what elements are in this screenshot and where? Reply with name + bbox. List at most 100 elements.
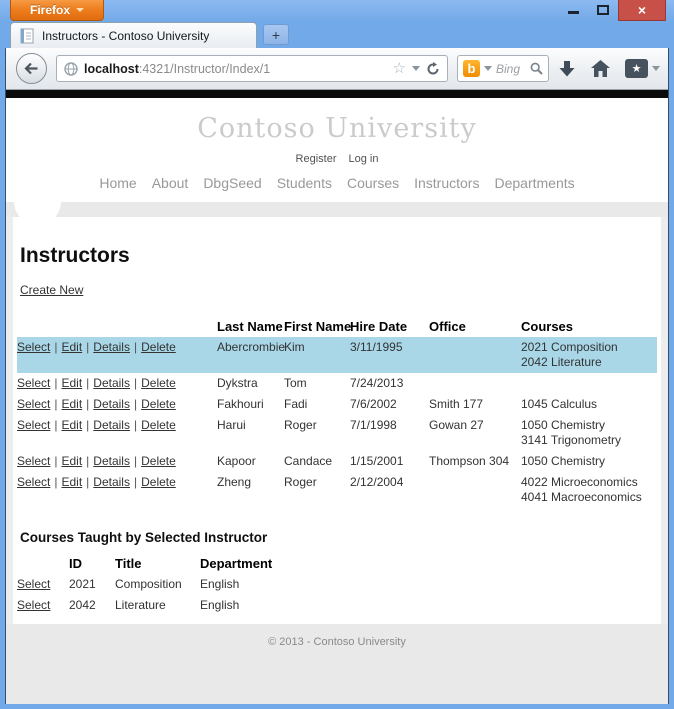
url-input[interactable]: localhost:4321/Instructor/Index/1 xyxy=(84,62,387,76)
nav-home[interactable]: Home xyxy=(99,175,136,191)
edit-link[interactable]: Edit xyxy=(61,397,82,411)
delete-link[interactable]: Delete xyxy=(141,454,176,468)
cell-first-name: Tom xyxy=(284,376,307,390)
col-first-name: First Name xyxy=(284,319,352,334)
edit-link[interactable]: Edit xyxy=(61,340,82,354)
history-dropdown-icon[interactable] xyxy=(412,66,420,71)
page-top-bar xyxy=(6,90,668,98)
edit-link[interactable]: Edit xyxy=(61,376,82,390)
magnifier-icon[interactable] xyxy=(530,62,543,75)
cell-hire-date: 1/15/2001 xyxy=(350,454,404,468)
link-separator: | xyxy=(133,340,138,354)
window-controls: × xyxy=(558,0,666,21)
maximize-icon xyxy=(597,4,609,15)
instructor-row: Select | Edit | Details | Delete Harui Roger 7… xyxy=(17,415,657,451)
select-link[interactable]: Select xyxy=(17,598,50,612)
home-button[interactable] xyxy=(591,60,610,77)
edit-link[interactable]: Edit xyxy=(61,454,82,468)
cell-office: Gowan 27 xyxy=(429,418,484,432)
cell-first-name: Roger xyxy=(284,475,317,489)
instructors-header-row: Last Name First Name Hire Date Office Co… xyxy=(17,316,657,337)
search-bar[interactable]: b Bing xyxy=(457,55,549,82)
edit-link[interactable]: Edit xyxy=(61,475,82,489)
select-link[interactable]: Select xyxy=(17,454,50,468)
col-title: Title xyxy=(115,556,142,571)
cell-courses: 4022 Microeconomics 4041 Macroeconomics xyxy=(521,475,642,504)
bookmarks-menu-button[interactable]: ★ xyxy=(625,59,660,78)
tab-instructors[interactable]: Instructors - Contoso University xyxy=(10,22,257,48)
cell-courses: 1045 Calculus xyxy=(521,397,598,411)
close-button[interactable]: × xyxy=(618,0,666,21)
delete-link[interactable]: Delete xyxy=(141,376,176,390)
register-link[interactable]: Register xyxy=(296,153,337,165)
edit-link[interactable]: Edit xyxy=(61,418,82,432)
select-link[interactable]: Select xyxy=(17,397,50,411)
details-link[interactable]: Details xyxy=(93,418,130,432)
select-link[interactable]: Select xyxy=(17,475,50,489)
bookmark-star-icon[interactable]: ☆ xyxy=(393,61,406,76)
login-link[interactable]: Log in xyxy=(348,153,378,165)
col-id: ID xyxy=(69,556,82,571)
url-host: localhost xyxy=(84,61,139,76)
select-link[interactable]: Select xyxy=(17,577,50,591)
tab-bar: Instructors - Contoso University + xyxy=(0,22,674,48)
search-engine-dropdown-icon[interactable] xyxy=(484,66,492,71)
link-separator: | xyxy=(86,418,90,432)
page-content: Contoso University Register Log in Home … xyxy=(6,90,668,704)
delete-link[interactable]: Delete xyxy=(141,475,176,489)
courses-header-row: ID Title Department xyxy=(17,553,327,574)
reload-icon[interactable] xyxy=(426,61,440,76)
bing-letter: b xyxy=(467,61,476,76)
details-link[interactable]: Details xyxy=(93,454,130,468)
link-separator: | xyxy=(54,454,58,468)
downloads-button[interactable] xyxy=(558,60,576,78)
details-link[interactable]: Details xyxy=(93,340,130,354)
firefox-menu-button[interactable]: Firefox xyxy=(10,0,104,21)
nav-students[interactable]: Students xyxy=(277,175,332,191)
instructor-row: Select | Edit | Details | Delete Kapoor Candac… xyxy=(17,451,657,472)
details-link[interactable]: Details xyxy=(93,376,130,390)
delete-link[interactable]: Delete xyxy=(141,340,176,354)
url-bar[interactable]: localhost:4321/Instructor/Index/1 ☆ xyxy=(56,55,448,82)
col-office: Office xyxy=(429,319,466,334)
minimize-button[interactable] xyxy=(558,0,588,19)
nav-about[interactable]: About xyxy=(152,175,189,191)
link-separator: | xyxy=(54,397,58,411)
create-new-link[interactable]: Create New xyxy=(20,283,83,297)
select-link[interactable]: Select xyxy=(17,340,50,354)
link-separator: | xyxy=(86,376,90,390)
cell-course-department: English xyxy=(200,598,240,612)
search-input[interactable]: Bing xyxy=(496,62,526,76)
site-title: Contoso University xyxy=(197,113,477,144)
cell-hire-date: 3/11/1995 xyxy=(350,337,429,373)
delete-link[interactable]: Delete xyxy=(141,397,176,411)
back-button[interactable] xyxy=(16,53,47,84)
instructor-row: Select | Edit | Details | Delete Abercrombie K… xyxy=(17,337,657,373)
link-separator: | xyxy=(86,454,90,468)
window-titlebar: Firefox × xyxy=(0,0,674,22)
cell-hire-date: 2/12/2004 xyxy=(350,475,404,489)
delete-link[interactable]: Delete xyxy=(141,418,176,432)
main-nav: Home About DbgSeed Students Courses Inst… xyxy=(6,175,668,191)
link-separator: | xyxy=(54,418,58,432)
nav-dbgseed[interactable]: DbgSeed xyxy=(203,175,261,191)
cell-hire-date: 7/1/1998 xyxy=(350,418,397,432)
details-link[interactable]: Details xyxy=(93,397,130,411)
link-separator: | xyxy=(86,397,90,411)
select-link[interactable]: Select xyxy=(17,418,50,432)
site-footer: © 2013 - Contoso University xyxy=(6,624,668,704)
col-last-name: Last Name xyxy=(217,319,283,334)
new-tab-button[interactable]: + xyxy=(263,24,289,45)
nav-courses[interactable]: Courses xyxy=(347,175,399,191)
cell-last-name: Fakhouri xyxy=(217,397,264,411)
cell-last-name: Abercrombie xyxy=(217,337,285,373)
bing-logo-icon[interactable]: b xyxy=(463,60,480,77)
cell-course-title: Composition xyxy=(115,577,182,591)
nav-departments[interactable]: Departments xyxy=(494,175,574,191)
cell-last-name: Zheng xyxy=(217,475,252,489)
globe-icon xyxy=(64,61,78,76)
maximize-button[interactable] xyxy=(588,0,618,19)
select-link[interactable]: Select xyxy=(17,376,50,390)
details-link[interactable]: Details xyxy=(93,475,130,489)
nav-instructors[interactable]: Instructors xyxy=(414,175,479,191)
